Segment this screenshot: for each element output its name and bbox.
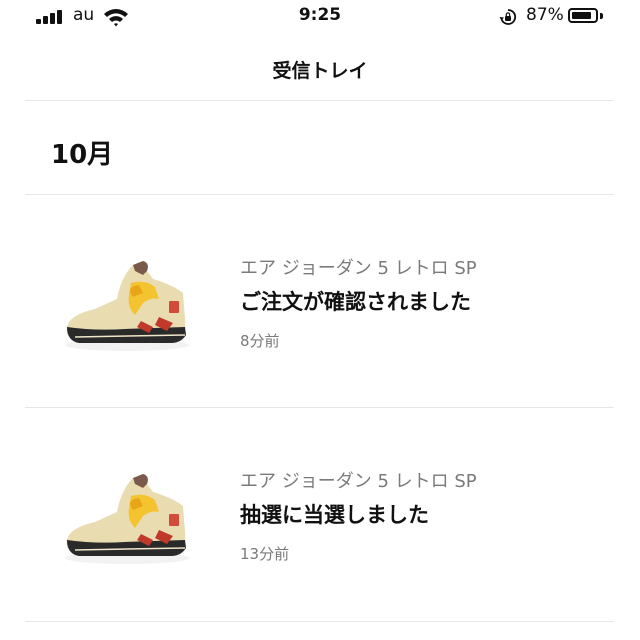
battery-icon bbox=[568, 8, 598, 23]
section-title-month: 10月 bbox=[51, 140, 114, 170]
battery-fill bbox=[572, 12, 591, 19]
notification-product-name: エア ジョーダン 5 レトロ SP bbox=[240, 471, 477, 492]
orientation-lock-icon bbox=[499, 9, 517, 25]
sneaker-thumbnail-icon bbox=[65, 474, 189, 564]
notification-time: 8分前 bbox=[240, 332, 280, 350]
notification-item[interactable]: エア ジョーダン 5 レトロ SP ご注文が確認されました 8分前 bbox=[0, 195, 640, 407]
notification-item[interactable]: エア ジョーダン 5 レトロ SP 抽選に当選しました 13分前 bbox=[0, 408, 640, 620]
row-divider bbox=[25, 621, 614, 622]
battery-cap bbox=[600, 13, 603, 19]
notification-product-name: エア ジョーダン 5 レトロ SP bbox=[240, 258, 477, 279]
notification-message: ご注文が確認されました bbox=[240, 290, 471, 314]
notification-message: 抽選に当選しました bbox=[240, 503, 429, 527]
page-title: 受信トレイ bbox=[272, 60, 368, 82]
status-bar: au 9:25 87% bbox=[0, 0, 640, 34]
notification-time: 13分前 bbox=[240, 545, 290, 563]
battery-percent: 87% bbox=[526, 5, 564, 25]
header-divider bbox=[25, 100, 614, 101]
inbox-screen: au 9:25 87% 受信トレイ 10月 エア ジョーダン 5 レトロ SP … bbox=[0, 0, 640, 640]
sneaker-thumbnail-icon bbox=[65, 261, 189, 351]
